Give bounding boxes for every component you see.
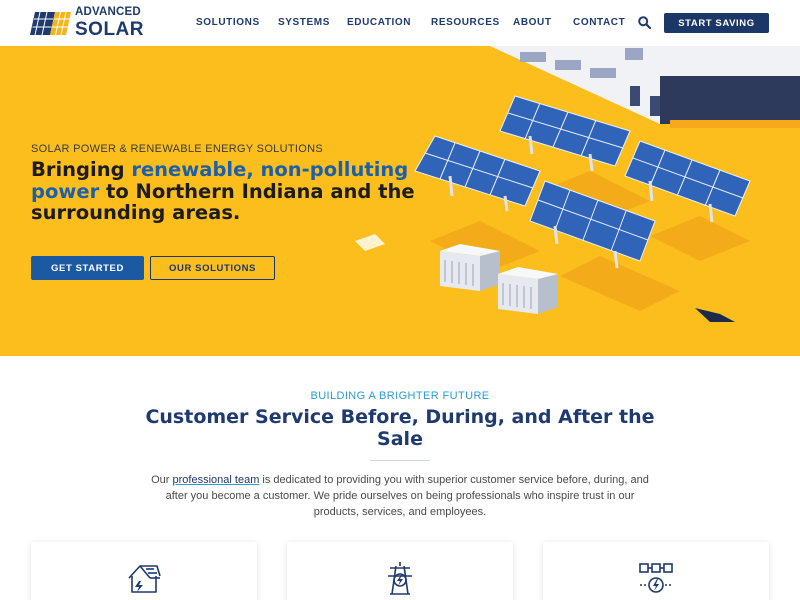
nav-solutions[interactable]: SOLUTIONS (196, 17, 260, 28)
search-icon[interactable] (638, 16, 651, 29)
transmission-tower-icon (388, 562, 412, 595)
divider (370, 460, 430, 461)
solar-panel-logo-icon (30, 11, 71, 35)
site-header: ADVANCED SOLAR SOLUTIONS SYSTEMS EDUCATI… (0, 0, 800, 46)
section-title: Customer Service Before, During, and Aft… (145, 406, 655, 450)
hero-eyebrow: SOLAR POWER & RENEWABLE ENERGY SOLUTIONS (31, 143, 323, 155)
nav-contact[interactable]: CONTACT (573, 17, 625, 28)
logo-line1: ADVANCED (75, 6, 141, 19)
solar-farm-illustration (355, 46, 800, 322)
feature-card-1[interactable] (31, 542, 257, 600)
feature-card-3[interactable] (543, 542, 769, 600)
hero-section: SOLAR POWER & RENEWABLE ENERGY SOLUTIONS… (0, 46, 800, 356)
section-body: Our professional team is dedicated to pr… (151, 474, 649, 518)
logo-line2: SOLAR (75, 18, 144, 40)
feature-card-2[interactable] (287, 542, 513, 600)
our-solutions-button[interactable]: OUR SOLUTIONS (150, 256, 275, 280)
logo[interactable]: ADVANCED SOLAR (30, 6, 155, 40)
inverter-boxes (440, 244, 558, 314)
energy-grid-icon (639, 563, 673, 593)
get-started-button[interactable]: GET STARTED (31, 256, 144, 280)
nav-about[interactable]: ABOUT (513, 17, 552, 28)
nav-systems[interactable]: SYSTEMS (278, 17, 330, 28)
nav-education[interactable]: EDUCATION (347, 17, 411, 28)
professional-team-link[interactable]: professional team (173, 474, 260, 486)
start-saving-button[interactable]: START SAVING (664, 13, 769, 33)
house-solar-icon (128, 565, 161, 593)
section-eyebrow: BUILDING A BRIGHTER FUTURE (310, 390, 490, 402)
nav-resources[interactable]: RESOURCES (431, 17, 500, 28)
